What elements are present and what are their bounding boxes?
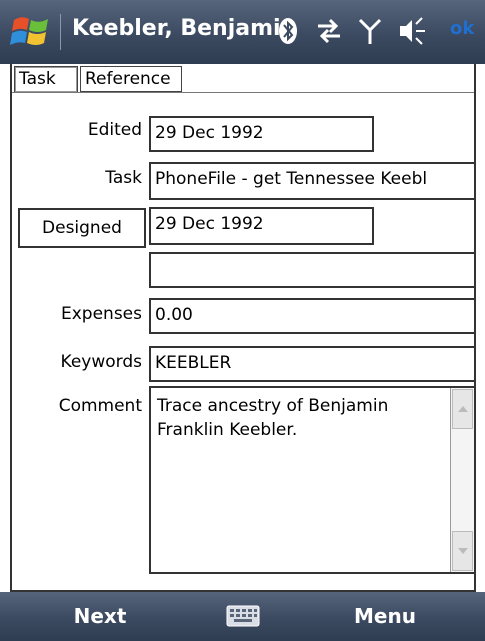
expenses-label: Expenses bbox=[61, 304, 142, 324]
edited-field[interactable]: 29 Dec 1992 bbox=[149, 116, 374, 152]
signal-icon[interactable] bbox=[358, 14, 382, 48]
keyboard-icon[interactable] bbox=[226, 605, 260, 627]
task-label: Task bbox=[105, 168, 142, 188]
edited-label: Edited bbox=[87, 120, 142, 140]
volume-icon[interactable] bbox=[398, 14, 428, 48]
blank-field[interactable] bbox=[149, 252, 476, 288]
comment-label: Comment bbox=[58, 396, 142, 416]
comment-scrollbar[interactable] bbox=[450, 388, 474, 572]
data-sync-icon[interactable] bbox=[314, 14, 344, 48]
designed-button[interactable]: Designed bbox=[18, 208, 146, 248]
scroll-down-button[interactable] bbox=[452, 531, 473, 571]
title-separator bbox=[60, 14, 61, 50]
windows-start-icon[interactable] bbox=[10, 12, 52, 52]
tab-task[interactable]: Task bbox=[14, 66, 78, 92]
arrow-up-icon bbox=[458, 406, 468, 412]
arrow-down-icon bbox=[458, 548, 468, 554]
comment-text: Trace ancestry of Benjamin Franklin Keeb… bbox=[157, 396, 389, 440]
menu-softkey[interactable]: Menu bbox=[285, 592, 485, 641]
tab-reference[interactable]: Reference bbox=[80, 66, 182, 92]
keywords-field[interactable]: KEEBLER bbox=[149, 346, 476, 382]
scroll-up-button[interactable] bbox=[452, 389, 473, 429]
bluetooth-icon[interactable] bbox=[278, 14, 298, 48]
keywords-label: Keywords bbox=[60, 352, 142, 372]
tab-divider bbox=[12, 92, 474, 93]
next-softkey[interactable]: Next bbox=[0, 592, 200, 641]
task-field[interactable]: PhoneFile - get Tennessee Keebl bbox=[149, 162, 476, 200]
comment-textarea[interactable]: Trace ancestry of Benjamin Franklin Keeb… bbox=[149, 386, 476, 574]
title-bar: Keebler, Benjamin ok bbox=[0, 0, 485, 64]
softkey-bar: Next Menu bbox=[0, 592, 485, 641]
designed-date-field[interactable]: 29 Dec 1992 bbox=[149, 207, 374, 245]
ok-button[interactable]: ok bbox=[450, 18, 474, 39]
window-title: Keebler, Benjamin bbox=[72, 16, 297, 41]
task-form: Task Reference Edited 29 Dec 1992 Task P… bbox=[10, 64, 476, 592]
expenses-field[interactable]: 0.00 bbox=[149, 298, 476, 334]
